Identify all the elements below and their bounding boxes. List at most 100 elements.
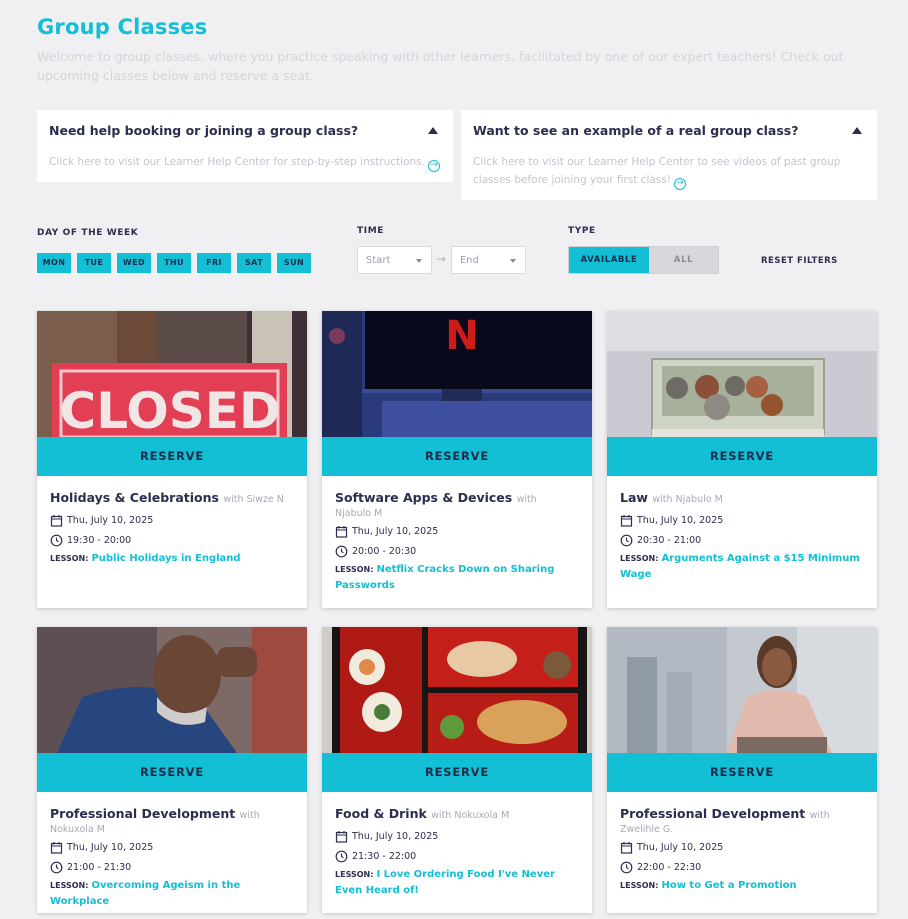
class-lesson: LESSON: Overcoming Ageism in the Workpla… [50, 878, 294, 910]
class-time-text: 20:30 - 21:00 [637, 535, 702, 546]
help-booking-text[interactable]: Click here to visit our Learner Help Cen… [49, 156, 425, 168]
class-time-text: 20:00 - 20:30 [352, 546, 417, 557]
arrow-right-circle-icon[interactable]: → [428, 160, 440, 172]
class-lesson: LESSON: Arguments Against a $15 Minimum … [620, 551, 864, 583]
class-card: RESERVE Professional Development with Zw… [607, 627, 877, 913]
class-time: 21:00 - 21:30 [50, 860, 294, 875]
start-time-select[interactable]: Start [357, 246, 432, 274]
class-time-text: 22:00 - 22:30 [637, 862, 702, 873]
help-booking-title[interactable]: Need help booking or joining a group cla… [49, 123, 441, 138]
chevron-down-icon [416, 259, 422, 263]
reserve-button[interactable]: RESERVE [37, 437, 307, 476]
day-fri-button[interactable]: FRI [197, 253, 231, 273]
class-title: Food & Drink with Nokuxola M [335, 806, 579, 824]
calendar-icon [335, 526, 348, 538]
class-card: N RESERVE Software Apps & Devices with N… [322, 311, 592, 608]
tv-logo-text: N [445, 313, 478, 359]
reserve-button[interactable]: RESERVE [37, 753, 307, 792]
day-filter-label: DAY OF THE WEEK [37, 228, 139, 238]
class-topic: Professional Development [620, 806, 806, 821]
lesson-label: LESSON: [335, 870, 374, 879]
end-time-select[interactable]: End [451, 246, 526, 274]
help-example-text[interactable]: Click here to visit our Learner Help Cen… [473, 156, 840, 186]
calendar-icon [620, 842, 633, 854]
chevron-down-icon [510, 259, 516, 263]
clock-icon [335, 545, 348, 558]
day-thu-button[interactable]: THU [157, 253, 191, 273]
class-teacher: with Siwze N [223, 494, 284, 505]
class-topic: Holidays & Celebrations [50, 490, 219, 505]
day-sun-button[interactable]: SUN [277, 253, 311, 273]
day-wed-button[interactable]: WED [117, 253, 151, 273]
reserve-button[interactable]: RESERVE [607, 753, 877, 792]
reserve-button[interactable]: RESERVE [322, 753, 592, 792]
lesson-link[interactable]: Public Holidays in England [91, 553, 240, 564]
lesson-label: LESSON: [620, 881, 659, 890]
help-booking-link[interactable]: Click here to visit our Learner Help Cen… [49, 153, 441, 172]
type-filter-label: TYPE [568, 226, 596, 236]
help-booking-panel[interactable]: Need help booking or joining a group cla… [37, 110, 453, 182]
calendar-icon [620, 515, 633, 527]
class-date-text: Thu, July 10, 2025 [637, 842, 724, 853]
class-topic: Professional Development [50, 806, 236, 821]
class-date-text: Thu, July 10, 2025 [352, 831, 439, 842]
reset-filters-button[interactable]: RESET FILTERS [761, 256, 838, 266]
reserve-button[interactable]: RESERVE [607, 437, 877, 476]
type-available-button[interactable]: AVAILABLE [569, 247, 649, 273]
class-image-closed-sign: CLOSED [37, 311, 307, 437]
class-lesson: LESSON: Netflix Cracks Down on Sharing P… [335, 562, 579, 594]
lesson-link[interactable]: How to Get a Promotion [661, 880, 796, 891]
class-teacher: Zwelihle G. [620, 824, 674, 835]
class-date: Thu, July 10, 2025 [50, 513, 294, 528]
lesson-label: LESSON: [50, 554, 89, 563]
type-toggle: AVAILABLE ALL [568, 246, 719, 274]
collapse-caret-icon[interactable] [852, 127, 862, 134]
day-tue-button[interactable]: TUE [77, 253, 111, 273]
type-all-button[interactable]: ALL [649, 247, 718, 273]
class-card: RESERVE Law with Njabulo M Thu, July 10,… [607, 311, 877, 608]
clock-icon [620, 861, 633, 874]
class-title: Professional Development with [50, 806, 294, 824]
class-date-text: Thu, July 10, 2025 [67, 515, 154, 526]
calendar-icon [50, 515, 63, 527]
class-image-older-man [37, 627, 307, 753]
class-date-text: Thu, July 10, 2025 [352, 526, 439, 537]
closed-sign-text: CLOSED [60, 382, 281, 437]
collapse-caret-icon[interactable] [428, 127, 438, 134]
class-date-text: Thu, July 10, 2025 [67, 842, 154, 853]
class-teacher: with Njabulo M [652, 494, 723, 505]
class-teacher: Nokuxola M [50, 824, 105, 835]
time-filter-label: TIME [357, 226, 384, 236]
class-time-text: 19:30 - 20:00 [67, 535, 132, 546]
lesson-label: LESSON: [335, 565, 374, 574]
class-date: Thu, July 10, 2025 [335, 524, 579, 539]
class-image-support-agent [607, 627, 877, 753]
arrow-right-circle-icon[interactable]: → [674, 178, 687, 190]
help-example-link[interactable]: Click here to visit our Learner Help Cen… [473, 153, 865, 190]
class-title: Professional Development with [620, 806, 864, 824]
help-example-panel[interactable]: Want to see an example of a real group c… [461, 110, 877, 200]
class-teacher: with Nokuxola M [431, 810, 510, 821]
class-lesson: LESSON: How to Get a Promotion [620, 878, 864, 894]
class-time: 20:30 - 21:00 [620, 533, 864, 548]
help-example-title[interactable]: Want to see an example of a real group c… [473, 123, 865, 138]
class-topic: Law [620, 490, 648, 505]
class-image-bento-box [322, 627, 592, 753]
class-image-dollar-bill [607, 311, 877, 437]
class-time: 22:00 - 22:30 [620, 860, 864, 875]
day-sat-button[interactable]: SAT [237, 253, 271, 273]
class-topic: Food & Drink [335, 806, 427, 821]
clock-icon [50, 534, 63, 547]
clock-icon [620, 534, 633, 547]
class-card: CLOSED RESERVE Holidays & Celebrations w… [37, 311, 307, 608]
class-teacher-prefix: with [516, 494, 537, 505]
reserve-button[interactable]: RESERVE [322, 437, 592, 476]
class-time: 21:30 - 22:00 [335, 849, 579, 864]
class-teacher-prefix: with [809, 810, 830, 821]
class-teacher-prefix: with [239, 810, 260, 821]
day-filter: MON TUE WED THU FRI SAT SUN [37, 253, 311, 273]
start-time-placeholder: Start [366, 255, 391, 266]
page-title: Group Classes [37, 15, 208, 39]
clock-icon [50, 861, 63, 874]
day-mon-button[interactable]: MON [37, 253, 71, 273]
